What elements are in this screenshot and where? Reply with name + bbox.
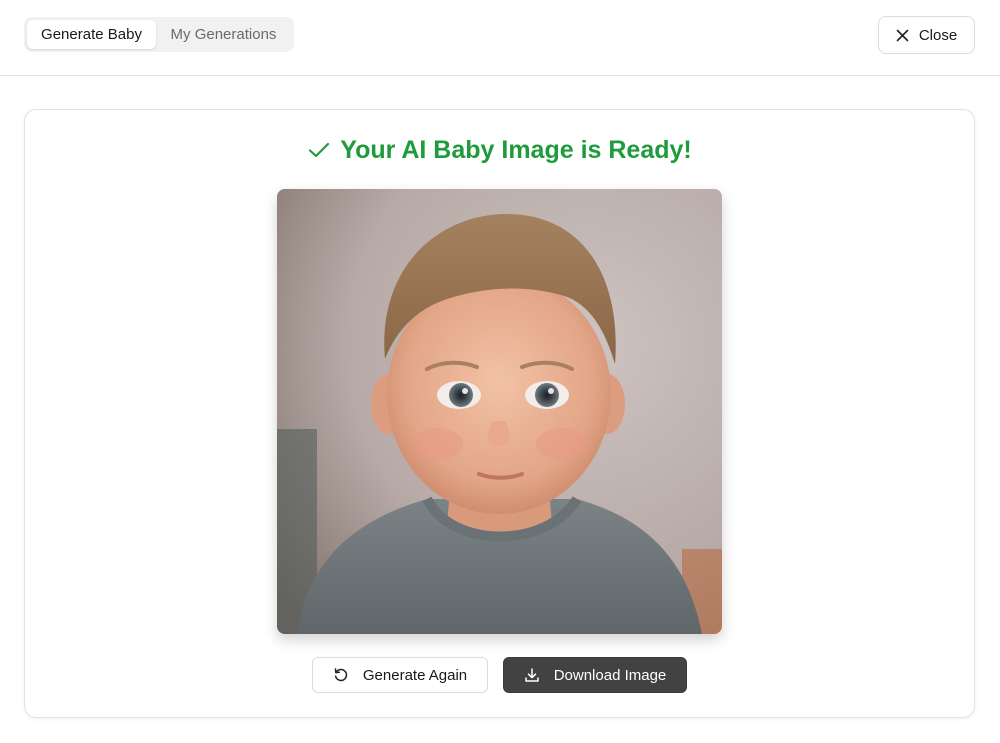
result-title-text: Your AI Baby Image is Ready! (340, 135, 692, 164)
tab-switcher: Generate Baby My Generations (24, 17, 294, 52)
download-image-button[interactable]: Download Image (503, 657, 687, 693)
tab-generate-baby-label: Generate Baby (41, 26, 142, 43)
x-icon (896, 29, 909, 42)
tab-generate-baby[interactable]: Generate Baby (27, 20, 156, 49)
generate-again-label: Generate Again (362, 666, 468, 684)
generated-baby-image (277, 189, 722, 634)
tab-my-generations[interactable]: My Generations (156, 20, 291, 49)
result-title: Your AI Baby Image is Ready! (0, 133, 1000, 167)
close-button[interactable]: Close (878, 16, 975, 54)
generate-again-button[interactable]: Generate Again (312, 657, 488, 693)
download-icon (524, 667, 540, 683)
tab-my-generations-label: My Generations (170, 26, 277, 43)
top-bar: Generate Baby My Generations Close (0, 0, 1000, 76)
checkmark-icon (308, 141, 330, 159)
download-image-label: Download Image (553, 666, 667, 684)
refresh-icon (333, 667, 349, 683)
close-button-label: Close (918, 26, 958, 44)
